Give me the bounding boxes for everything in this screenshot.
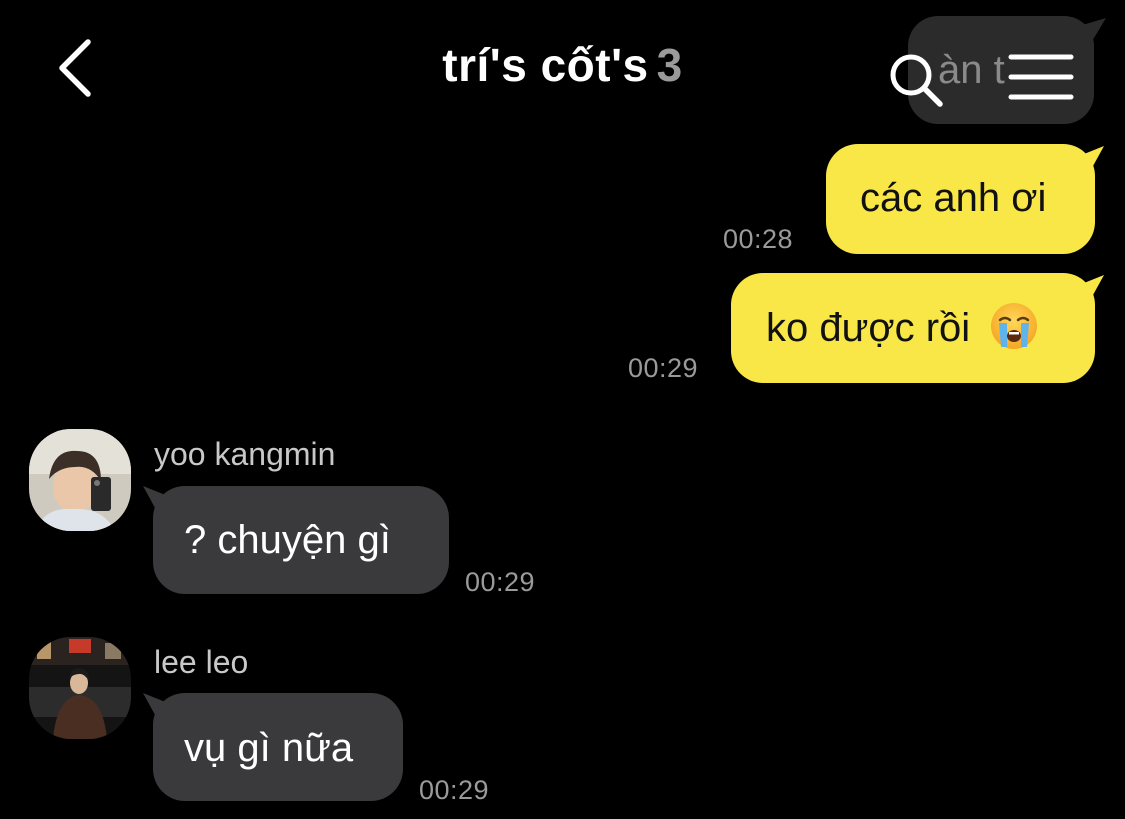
message-timestamp: 00:29 [465, 567, 536, 597]
hamburger-menu-icon [1008, 54, 1074, 100]
message-text: các anh ơi [860, 176, 1047, 220]
avatar[interactable] [29, 429, 131, 531]
avatar[interactable] [29, 637, 131, 739]
user-avatar-photo [29, 429, 131, 531]
message-text: vụ gì nữa [184, 726, 354, 770]
crying-face-emoji-icon [991, 303, 1038, 350]
chat-name: trí's cốt's [442, 39, 649, 91]
search-icon [890, 54, 943, 107]
sender-name: yoo kangmin [154, 436, 336, 472]
message-timestamp: 00:29 [628, 353, 699, 383]
message-timestamp: 00:28 [723, 224, 794, 254]
outgoing-message-bubble[interactable]: ko được rồi [731, 273, 1095, 383]
outgoing-message-bubble[interactable]: các anh ơi [826, 144, 1095, 254]
member-count: 3 [656, 39, 683, 91]
user-avatar-photo [29, 637, 131, 739]
menu-button[interactable] [1008, 52, 1074, 102]
message-timestamp: 00:29 [419, 775, 490, 805]
message-text: ko được rồi [766, 306, 971, 350]
chat-title: trí's cốt's 3 [0, 38, 1125, 92]
incoming-message-bubble[interactable]: ? chuyện gì [153, 486, 449, 594]
search-button[interactable] [887, 50, 947, 110]
sender-name: lee leo [154, 644, 249, 680]
message-text: ? chuyện gì [184, 518, 391, 562]
chat-header: trí's cốt's 3 [0, 0, 1125, 135]
incoming-message-bubble[interactable]: vụ gì nữa [153, 693, 403, 801]
